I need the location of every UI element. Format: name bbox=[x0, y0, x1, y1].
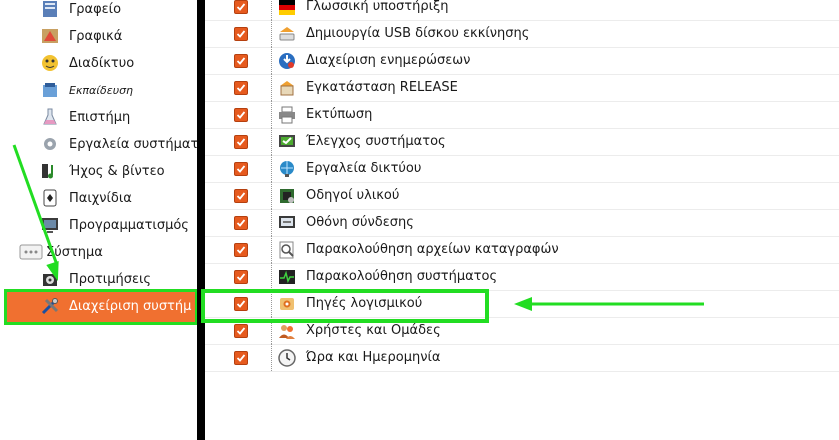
games-icon bbox=[39, 187, 61, 209]
list-item-label: Ώρα και Ημερομηνία bbox=[306, 350, 441, 365]
column-separator bbox=[271, 20, 273, 47]
list-item-label: Δημιουργία USB δίσκου εκκίνησης bbox=[306, 26, 530, 41]
system-icon bbox=[18, 241, 44, 263]
list-item[interactable]: Οδηγοί υλικού bbox=[205, 182, 839, 210]
sidebar-item-office[interactable]: Γραφείο bbox=[39, 0, 121, 22]
sidebar-item-programming[interactable]: Προγραμματισμός bbox=[39, 212, 189, 238]
preferences-icon bbox=[39, 268, 61, 290]
sidebar-item-internet[interactable]: Διαδίκτυο bbox=[39, 50, 134, 76]
time-date-icon bbox=[276, 347, 298, 369]
sidebar-item-sound-video[interactable]: Ήχος & βίντεο bbox=[39, 158, 165, 184]
network-tools-icon bbox=[276, 158, 298, 180]
sidebar-item-graphics[interactable]: Γραφικά bbox=[39, 23, 122, 49]
sidebar-item-label: Εργαλεία συστήματ bbox=[69, 136, 197, 152]
list-item-label: Εργαλεία δικτύου bbox=[306, 161, 422, 176]
column-separator bbox=[271, 182, 273, 209]
pane-divider[interactable] bbox=[197, 0, 205, 440]
install-release-icon bbox=[276, 77, 298, 99]
checkbox[interactable] bbox=[234, 134, 248, 149]
column-separator bbox=[271, 0, 273, 20]
checkbox[interactable] bbox=[234, 107, 248, 122]
category-sidebar: Γραφείο Γραφικά Διαδίκτυο Εκπαίδευση Επι… bbox=[0, 0, 197, 440]
column-separator bbox=[271, 155, 273, 182]
list-item-label: Παρακολούθηση αρχείων καταγραφών bbox=[306, 242, 559, 257]
sidebar-item-label: Γραφικά bbox=[69, 28, 123, 44]
checkbox[interactable] bbox=[234, 323, 248, 338]
list-item-label: Έλεγχος συστήματος bbox=[306, 134, 446, 149]
office-icon bbox=[39, 0, 61, 20]
sidebar-item-system-tools[interactable]: Εργαλεία συστήματ bbox=[39, 131, 197, 157]
list-item-label: Παρακολούθηση συστήματος bbox=[306, 269, 498, 284]
list-item[interactable]: Παρακολούθηση αρχείων καταγραφών bbox=[205, 236, 839, 264]
checkbox[interactable] bbox=[234, 188, 248, 203]
log-viewer-icon bbox=[276, 239, 298, 261]
column-separator bbox=[271, 128, 273, 155]
list-item[interactable]: Παρακολούθηση συστήματος bbox=[205, 263, 839, 291]
system-tools-icon bbox=[39, 133, 61, 155]
checkbox[interactable] bbox=[234, 215, 248, 230]
sidebar-item-science[interactable]: Επιστήμη bbox=[39, 104, 130, 130]
list-item[interactable]: Εκτύπωση bbox=[205, 101, 839, 129]
column-separator bbox=[271, 47, 273, 74]
checkbox[interactable] bbox=[234, 269, 248, 284]
list-item[interactable]: Εργαλεία δικτύου bbox=[205, 155, 839, 183]
sidebar-item-label: Εκπαίδευση bbox=[69, 83, 134, 97]
column-separator bbox=[271, 344, 273, 371]
list-item[interactable]: Έλεγχος συστήματος bbox=[205, 128, 839, 156]
update-manager-icon bbox=[276, 50, 298, 72]
list-item[interactable]: Γλωσσική υποστήριξη bbox=[205, 0, 839, 21]
checkbox[interactable] bbox=[234, 161, 248, 176]
graphics-icon bbox=[39, 25, 61, 47]
sidebar-item-label: Ήχος & βίντεο bbox=[69, 163, 165, 179]
list-item[interactable]: Διαχείριση ενημερώσεων bbox=[205, 47, 839, 75]
hardware-drivers-icon bbox=[276, 185, 298, 207]
checkbox[interactable] bbox=[234, 26, 248, 41]
sidebar-item-education[interactable]: Εκπαίδευση bbox=[39, 77, 133, 103]
column-separator bbox=[271, 236, 273, 263]
highlighted-item-annotation-box bbox=[201, 289, 489, 323]
checkbox[interactable] bbox=[234, 350, 248, 365]
list-item[interactable]: Δημιουργία USB δίσκου εκκίνησης bbox=[205, 20, 839, 48]
sound-video-icon bbox=[39, 160, 61, 182]
checkbox[interactable] bbox=[234, 53, 248, 68]
internet-icon bbox=[39, 52, 61, 74]
sidebar-item-system[interactable]: Σύστημα bbox=[18, 239, 103, 265]
checkbox[interactable] bbox=[234, 242, 248, 257]
list-item[interactable]: Εγκατάσταση RELEASE bbox=[205, 74, 839, 102]
selected-category-annotation-box bbox=[4, 289, 197, 325]
column-separator bbox=[271, 263, 273, 290]
science-icon bbox=[39, 106, 61, 128]
system-monitor-icon bbox=[276, 266, 298, 288]
sidebar-item-label: Προγραμματισμός bbox=[69, 217, 189, 233]
list-item-label: Οδηγοί υλικού bbox=[306, 188, 400, 203]
sidebar-item-label: Παιχνίδια bbox=[69, 190, 132, 206]
list-item[interactable]: Οθόνη σύνδεσης bbox=[205, 209, 839, 237]
sidebar-item-games[interactable]: Παιχνίδια bbox=[39, 185, 132, 211]
list-item-label: Εκτύπωση bbox=[306, 107, 373, 122]
usb-startup-disk-icon bbox=[276, 23, 298, 45]
list-item-label: Γλωσσική υποστήριξη bbox=[306, 0, 449, 14]
sidebar-item-label: Γραφείο bbox=[69, 1, 122, 17]
sidebar-item-label: Σύστημα bbox=[46, 244, 103, 260]
column-separator bbox=[271, 101, 273, 128]
programming-icon bbox=[39, 214, 61, 236]
list-item-label: Οθόνη σύνδεσης bbox=[306, 215, 414, 230]
checkbox[interactable] bbox=[234, 0, 248, 14]
printer-icon bbox=[276, 104, 298, 126]
column-separator bbox=[271, 209, 273, 236]
checkbox[interactable] bbox=[234, 80, 248, 95]
sidebar-item-label: Διαδίκτυο bbox=[69, 55, 135, 71]
education-icon bbox=[39, 79, 61, 101]
list-item[interactable]: Ώρα και Ημερομηνία bbox=[205, 344, 839, 372]
settings-list: Γλωσσική υποστήριξη Δημιουργία USB δίσκο… bbox=[205, 0, 839, 440]
column-separator bbox=[271, 74, 273, 101]
list-item-label: Εγκατάσταση RELEASE bbox=[306, 80, 458, 95]
language-support-icon bbox=[276, 0, 298, 18]
sidebar-item-label: Προτιμήσεις bbox=[69, 271, 152, 287]
list-item-label: Διαχείριση ενημερώσεων bbox=[306, 53, 471, 68]
list-item-label: Χρήστες και Ομάδες bbox=[306, 323, 441, 338]
login-screen-icon bbox=[276, 212, 298, 234]
sidebar-item-label: Επιστήμη bbox=[69, 109, 131, 125]
system-testing-icon bbox=[276, 131, 298, 153]
